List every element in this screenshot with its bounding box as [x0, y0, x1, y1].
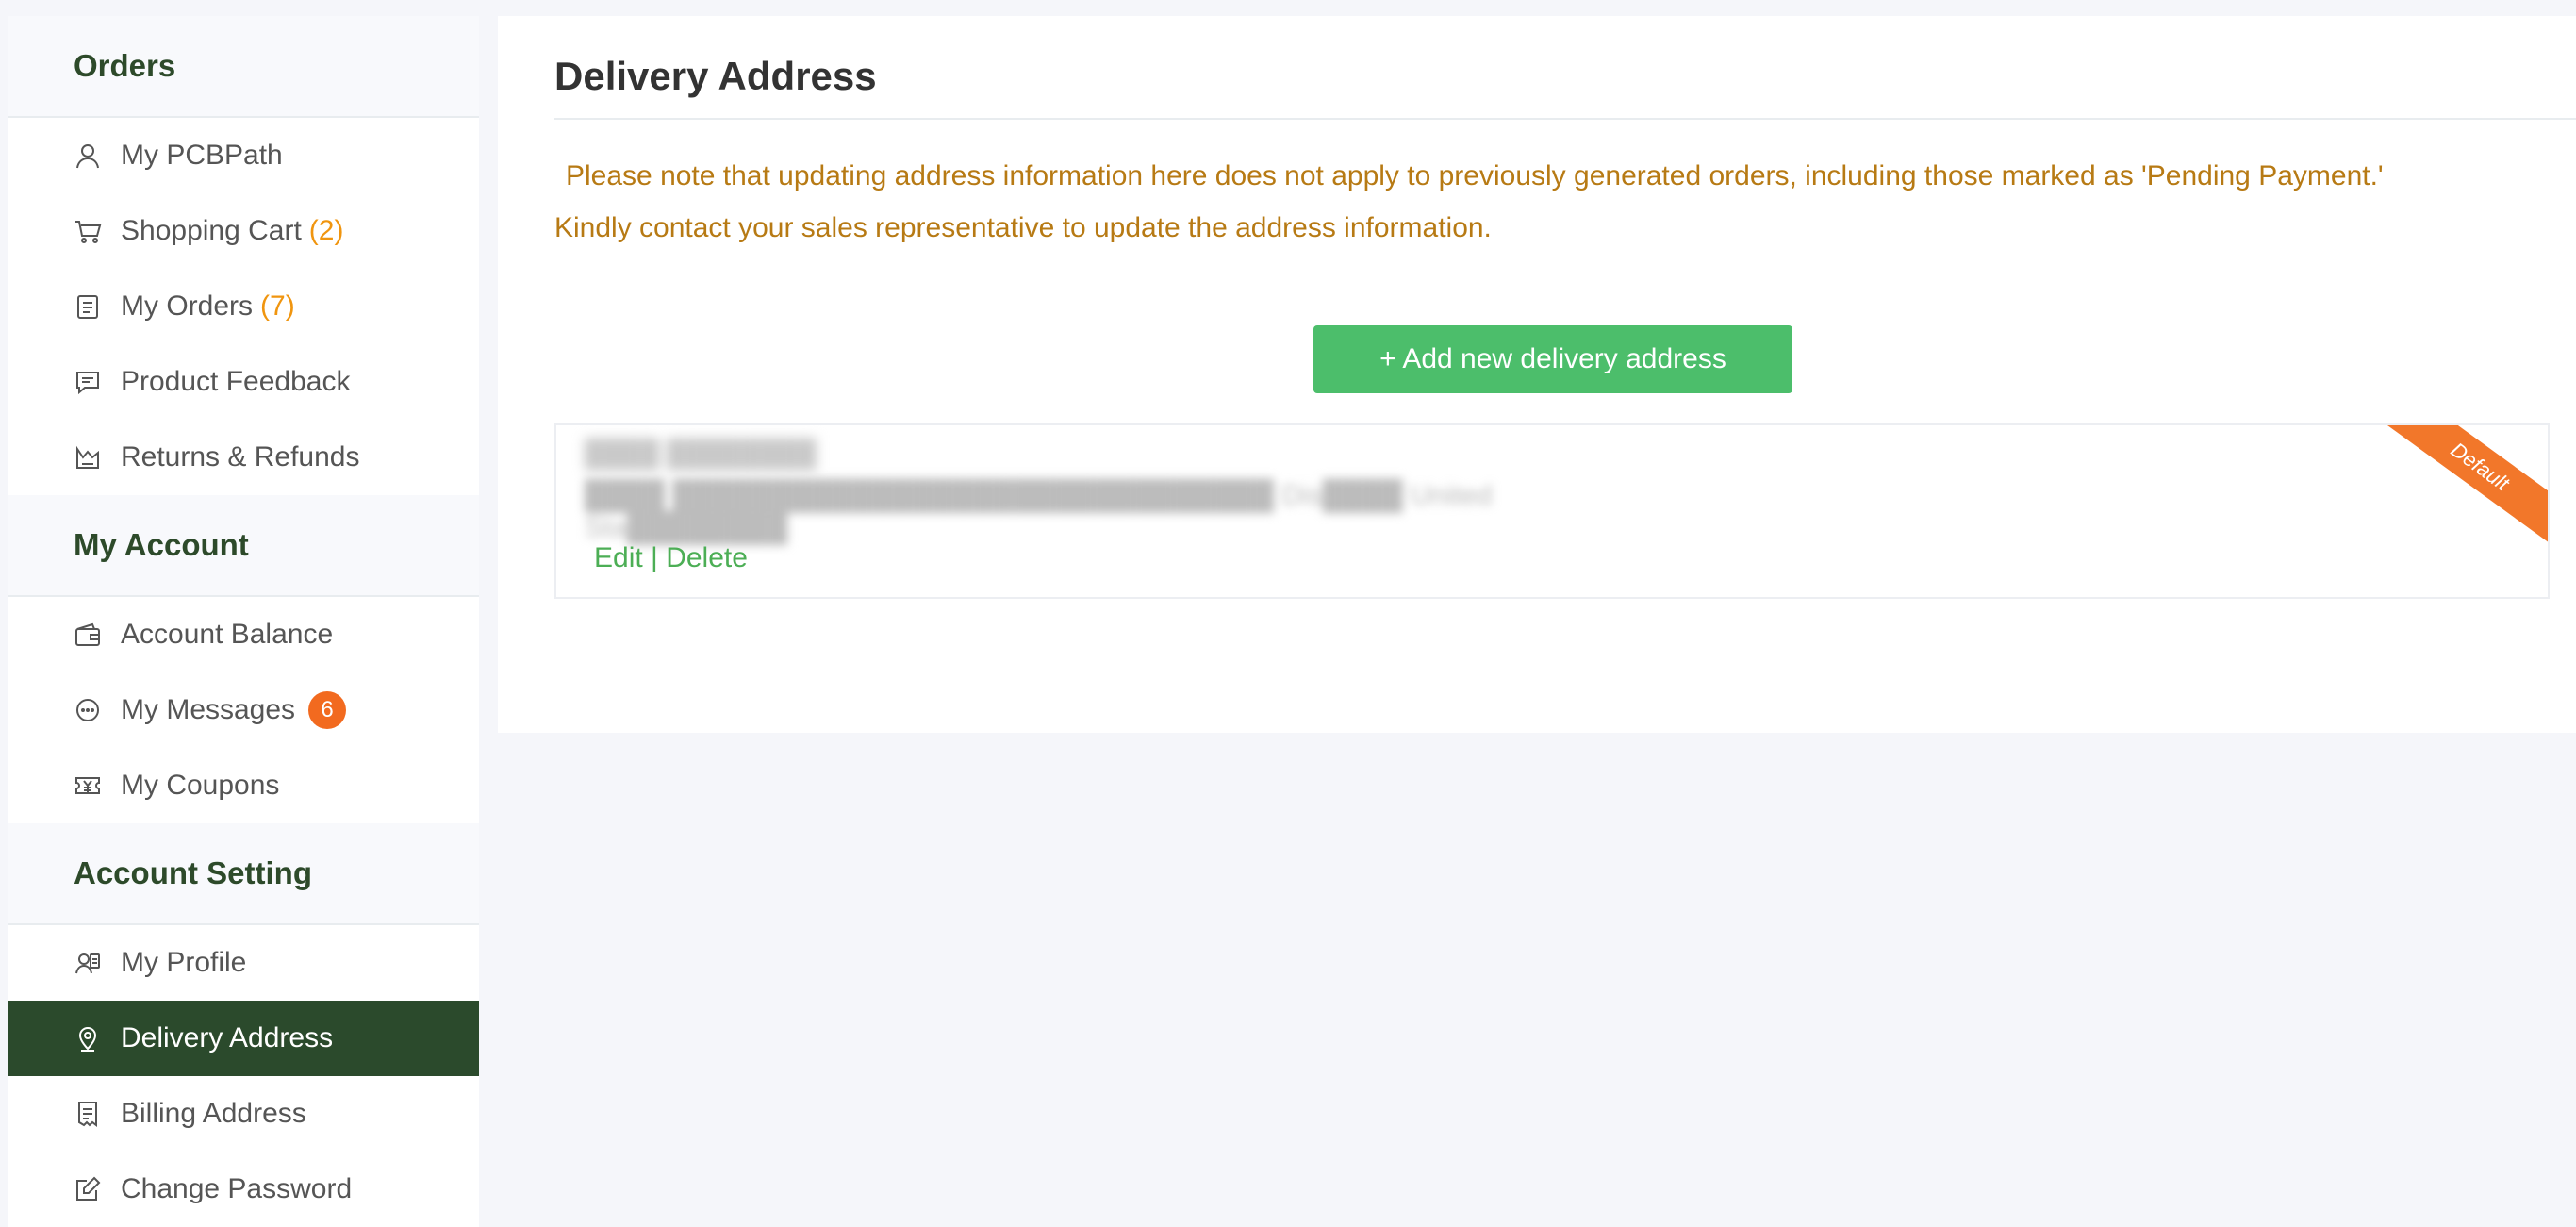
sidebar-item-my-messages[interactable]: My Messages 6 — [8, 672, 479, 748]
cart-icon — [74, 217, 102, 245]
orders-count: (7) — [260, 290, 295, 322]
wallet-icon — [74, 621, 102, 649]
returns-icon — [74, 443, 102, 472]
delivery-address-panel: Delivery Address Please note that updati… — [498, 16, 2576, 733]
address-actions: Edit | Delete — [594, 542, 748, 574]
sidebar-item-label: Shopping Cart — [121, 215, 302, 246]
sidebar-item-my-profile[interactable]: My Profile — [8, 925, 479, 1001]
sidebar-item-label: Change Password — [121, 1173, 353, 1204]
sidebar-item-account-balance[interactable]: Account Balance — [8, 597, 479, 672]
address-recipient-name: ████ ████████ — [585, 439, 817, 468]
sidebar-item-label: My PCBPath — [121, 140, 283, 171]
sidebar-item-label: My Messages — [121, 694, 296, 725]
address-update-notice: Please note that updating address inform… — [554, 150, 2544, 254]
action-separator: | — [651, 542, 658, 573]
sidebar-item-label: Returns & Refunds — [121, 441, 360, 473]
sidebar-item-label: Delivery Address — [121, 1022, 334, 1053]
messages-badge: 6 — [308, 691, 347, 729]
sidebar-item-my-pcbpath[interactable]: My PCBPath — [8, 118, 479, 193]
sidebar-item-label: Account Balance — [121, 619, 334, 650]
feedback-icon — [74, 368, 102, 396]
location-pin-icon — [74, 1024, 102, 1053]
sidebar-item-label: My Profile — [121, 947, 247, 978]
sidebar-section-my-account-title: My Account — [8, 495, 479, 597]
notice-line-1: Please note that updating address inform… — [566, 160, 2384, 191]
edit-icon — [74, 1175, 102, 1203]
title-divider — [554, 118, 2576, 120]
sidebar-item-label: My Coupons — [121, 770, 280, 801]
sidebar-item-product-feedback[interactable]: Product Feedback — [8, 344, 479, 420]
sidebar-item-my-orders[interactable]: My Orders (7) — [8, 269, 479, 344]
sidebar-item-delivery-address[interactable]: Delivery Address — [8, 1001, 479, 1076]
message-icon — [74, 696, 102, 724]
profile-icon — [74, 949, 102, 977]
delete-address-link[interactable]: Delete — [666, 542, 748, 573]
sidebar-section-account-setting-title: Account Setting — [8, 823, 479, 925]
page-title: Delivery Address — [554, 54, 877, 98]
sidebar-item-my-coupons[interactable]: My Coupons — [8, 748, 479, 823]
receipt-icon — [74, 1100, 102, 1128]
coupon-icon — [74, 771, 102, 800]
cart-count: (2) — [308, 215, 344, 246]
sidebar-item-change-password[interactable]: Change Password — [8, 1152, 479, 1227]
notice-line-2: Kindly contact your sales representative… — [554, 212, 1492, 243]
sidebar-item-label: Billing Address — [121, 1098, 306, 1129]
orders-icon — [74, 292, 102, 321]
user-icon — [74, 141, 102, 170]
sidebar-section-orders-title: Orders — [8, 16, 479, 118]
sidebar-item-label: Product Feedback — [121, 366, 351, 397]
address-card[interactable]: ████ ████████ ████ █████████████████████… — [554, 423, 2550, 599]
address-line: ████ ██████████████████████████████ Dis█… — [585, 480, 1493, 543]
add-delivery-address-button[interactable]: + Add new delivery address — [1313, 325, 1792, 393]
sidebar-item-billing-address[interactable]: Billing Address — [8, 1076, 479, 1152]
sidebar-item-label: My Orders — [121, 290, 254, 322]
edit-address-link[interactable]: Edit — [594, 542, 643, 573]
sidebar-item-shopping-cart[interactable]: Shopping Cart (2) — [8, 193, 479, 269]
sidebar-item-returns-refunds[interactable]: Returns & Refunds — [8, 420, 479, 495]
default-ribbon: Default — [2375, 425, 2548, 551]
account-sidebar: Orders My PCBPath Shopping Cart (2) My O… — [8, 16, 479, 1227]
